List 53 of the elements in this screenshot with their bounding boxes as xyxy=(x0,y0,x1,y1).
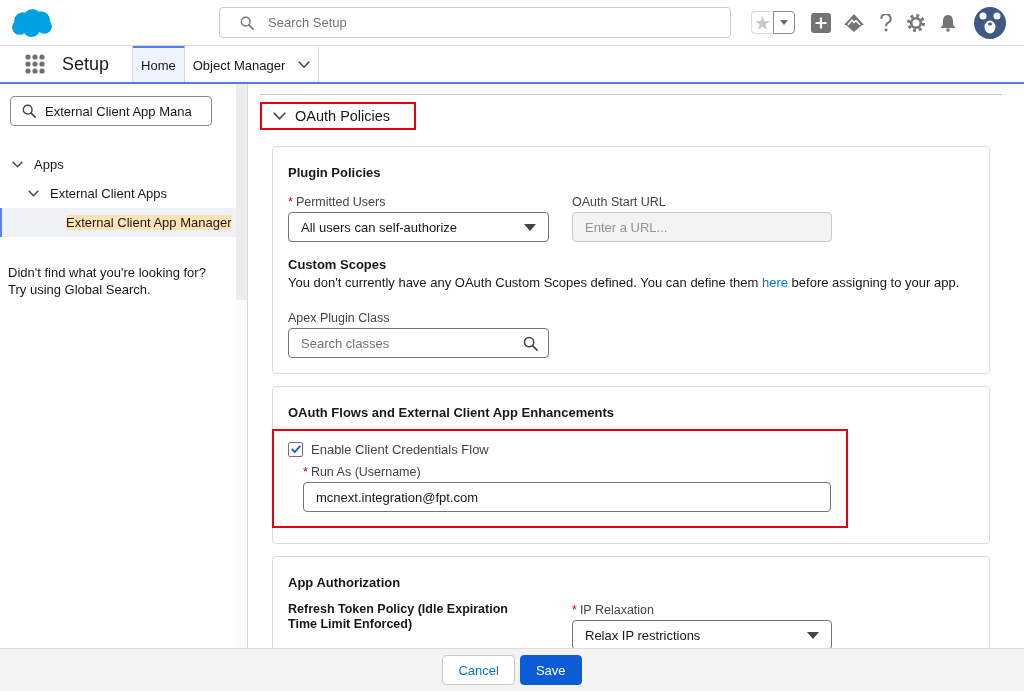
secondary-button[interactable]: Cancel xyxy=(442,655,515,685)
card-title: Plugin Policies xyxy=(288,164,382,182)
card-title: App Authorization xyxy=(288,574,402,592)
search-icon xyxy=(22,104,36,118)
plus-icon[interactable] xyxy=(811,12,831,33)
caret-down-icon xyxy=(807,631,819,639)
search-field[interactable]: Search Setup xyxy=(219,7,731,38)
section-header[interactable]: OAuth Policies xyxy=(260,102,417,130)
tree-item-label: Apps xyxy=(34,157,64,172)
field-heading: Refresh Token Policy (Idle Expiration Time Limit Enforced) xyxy=(288,602,509,633)
field-label: Run As (Username) xyxy=(310,464,421,480)
favorites-menu-button[interactable] xyxy=(773,11,795,34)
field-label: IP Relaxation xyxy=(579,602,654,618)
field-label: OAuth Start URL xyxy=(572,194,666,210)
tree-item[interactable]: Apps xyxy=(0,150,236,179)
card-title: OAuth Flows and External Client App Enhancements xyxy=(288,404,615,422)
settings-icon[interactable] xyxy=(907,13,925,32)
field-label: Apex Plugin Class xyxy=(288,310,390,326)
tree-item-label: External Client Apps xyxy=(50,186,168,201)
custom-scopes-text: You don't currently have any OAuth Custom Scopes defined. You can define them here before assigning to your app. xyxy=(288,274,961,292)
primary-button[interactable]: Save xyxy=(519,655,582,685)
here-link[interactable]: here xyxy=(761,275,788,290)
tree-item[interactable]: External Client Apps xyxy=(0,179,236,208)
star-icon xyxy=(755,15,770,30)
required-mark: * xyxy=(288,194,293,210)
checkbox-label: Enable Client Credentials Flow xyxy=(311,441,489,457)
tree-item-label: External Client App Manager xyxy=(66,215,232,230)
required-mark: * xyxy=(572,602,577,618)
nav-tab[interactable]: Home xyxy=(133,46,185,82)
avatar-icon[interactable] xyxy=(974,6,1006,39)
app-launcher-icon[interactable] xyxy=(25,54,45,74)
quick-find-field[interactable]: External Client App Mana xyxy=(10,96,212,126)
app-title: Setup xyxy=(62,53,110,75)
help-icon[interactable] xyxy=(880,13,892,32)
search-icon xyxy=(240,15,254,30)
permitted-users-select[interactable]: All users can self-authorize xyxy=(288,212,549,242)
required-mark: * xyxy=(303,464,308,480)
ip-relaxation-select[interactable]: Relax IP restrictions xyxy=(572,620,832,648)
tree-item[interactable]: External Client App Manager xyxy=(0,208,236,237)
caret-down-icon xyxy=(524,223,536,231)
class-search-field[interactable]: Search classes xyxy=(288,328,549,358)
cloud-logo[interactable] xyxy=(12,8,52,37)
subsection-title: Custom Scopes xyxy=(288,257,388,273)
search-icon xyxy=(523,335,538,351)
bell-icon[interactable] xyxy=(940,13,956,32)
scrollbar-thumb[interactable] xyxy=(236,84,247,300)
field-label: Permitted Users xyxy=(295,194,386,210)
help-text: Didn't find what you're looking for? Try using Global Search. xyxy=(8,264,207,298)
check-icon xyxy=(290,445,301,453)
checkbox[interactable] xyxy=(288,441,303,457)
username-input-field[interactable]: mcnext.integration@fpt.com xyxy=(303,482,831,512)
caret-down-icon xyxy=(780,20,788,25)
mountain-icon[interactable] xyxy=(844,13,864,32)
